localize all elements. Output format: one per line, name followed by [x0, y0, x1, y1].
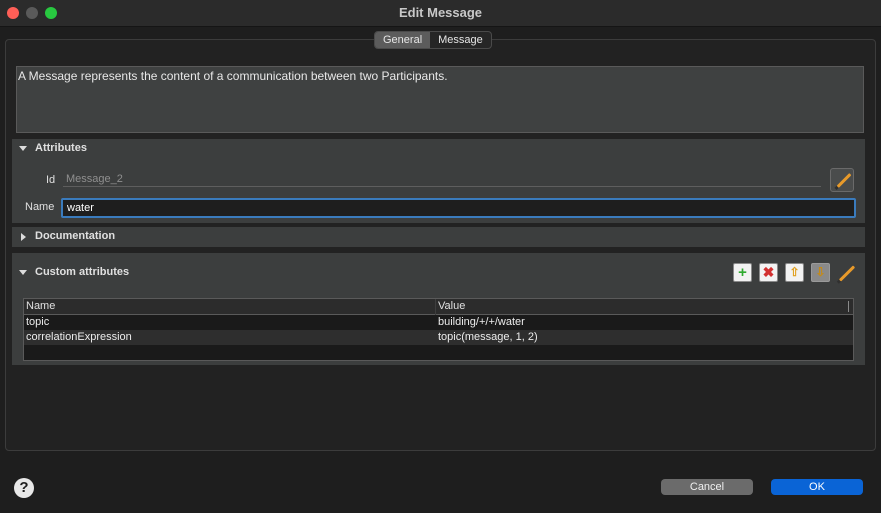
table-row[interactable]: topic building/+/+/water — [24, 315, 853, 330]
table-row-empty[interactable] — [24, 345, 853, 360]
id-label: Id — [46, 174, 56, 186]
table-header: Name Value — [24, 299, 853, 315]
column-header-value[interactable]: Value — [438, 300, 465, 312]
title-bar: Edit Message — [0, 0, 881, 27]
expand-arrow-icon[interactable] — [21, 233, 26, 241]
name-input[interactable]: water — [61, 198, 856, 218]
edit-id-button[interactable] — [830, 168, 854, 192]
attributes-section-label: Attributes — [35, 142, 87, 154]
collapse-arrow-icon[interactable] — [19, 270, 27, 275]
column-header-name[interactable]: Name — [26, 300, 55, 312]
move-down-button[interactable]: ⇩ — [811, 263, 830, 282]
row-value: building/+/+/water — [438, 316, 525, 328]
row-name: correlationExpression — [26, 331, 132, 343]
tab-general[interactable]: General — [375, 32, 431, 48]
delete-attribute-button[interactable]: ✖ — [759, 263, 778, 282]
row-name: topic — [26, 316, 50, 328]
row-value: topic(message, 1, 2) — [438, 331, 538, 343]
help-icon[interactable]: ? — [14, 478, 34, 498]
column-divider[interactable] — [848, 301, 849, 312]
description-text: A Message represents the content of a co… — [18, 69, 448, 83]
documentation-section-label: Documentation — [35, 230, 116, 242]
add-icon: + — [738, 264, 747, 281]
attributes-section-header[interactable]: Attributes — [12, 139, 865, 159]
description-box: A Message represents the content of a co… — [16, 66, 864, 133]
custom-attributes-section-label: Custom attributes — [35, 266, 130, 278]
tab-message[interactable]: Message — [430, 32, 491, 48]
collapse-arrow-icon[interactable] — [19, 146, 27, 151]
add-attribute-button[interactable]: + — [733, 263, 752, 282]
edit-attribute-button[interactable] — [836, 263, 858, 283]
tab-bar: General Message — [374, 31, 492, 49]
ok-button[interactable]: OK — [771, 479, 863, 495]
pencil-icon — [838, 265, 856, 282]
move-up-icon: ⇧ — [789, 265, 800, 279]
move-up-button[interactable]: ⇧ — [785, 263, 804, 282]
custom-attributes-table: Name Value topic building/+/+/water corr… — [23, 298, 854, 361]
window-title: Edit Message — [398, 5, 483, 20]
move-down-icon: ⇩ — [815, 265, 826, 279]
pencil-icon — [836, 173, 852, 188]
documentation-section-header[interactable]: Documentation — [12, 227, 865, 247]
table-row[interactable]: correlationExpression topic(message, 1, … — [24, 330, 853, 345]
delete-icon: ✖ — [762, 264, 775, 280]
id-field: Message_2 — [63, 171, 821, 187]
cancel-button[interactable]: Cancel — [661, 479, 753, 495]
name-label: Name — [25, 201, 55, 213]
